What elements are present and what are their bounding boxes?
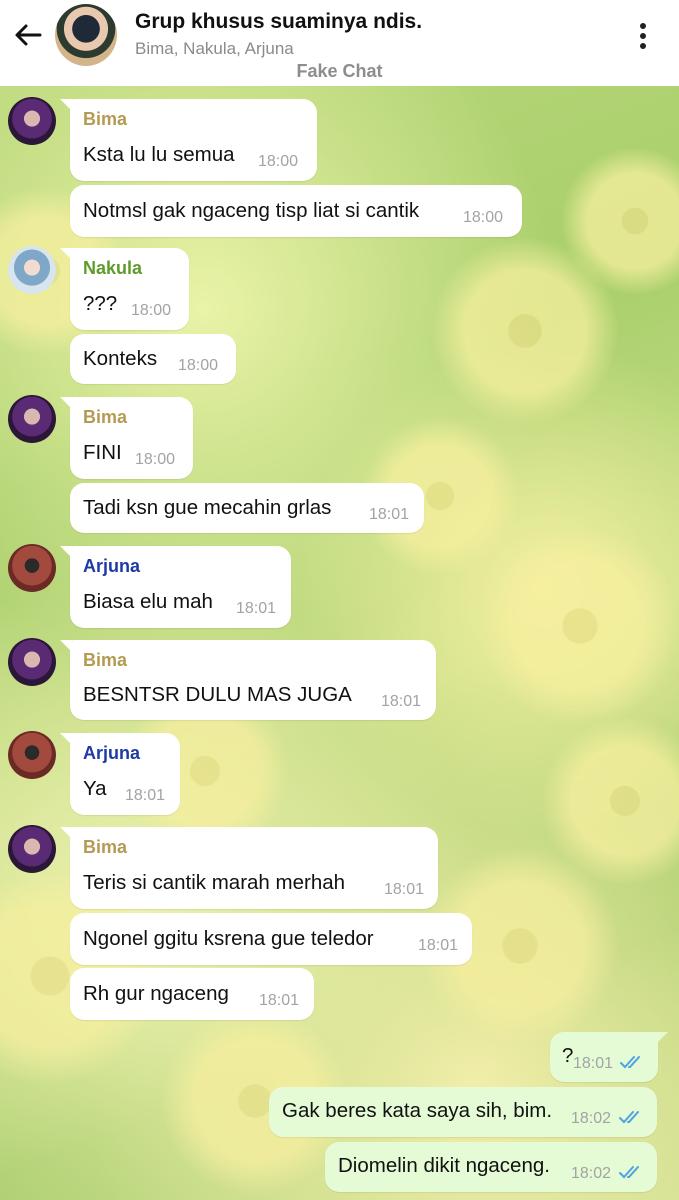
avatar-bima[interactable] <box>8 638 56 686</box>
message-time: 18:00 <box>178 357 219 374</box>
group-avatar[interactable] <box>55 4 117 66</box>
message-bubble[interactable]: Notmsl gak ngaceng tisp liat si cantik 1… <box>70 185 522 237</box>
message-time: 18:02 <box>571 1165 612 1182</box>
message-time: 18:01 <box>259 992 300 1009</box>
message-bubble[interactable]: Bima FINI 18:00 <box>60 397 193 479</box>
message-text: Gak beres kata saya sih, bim. <box>282 1099 553 1122</box>
message-time: 18:00 <box>258 153 299 170</box>
flower-decoration <box>480 526 679 726</box>
more-options-icon[interactable] <box>632 20 654 50</box>
sender-name: Bima <box>83 650 128 670</box>
avatar-arjuna[interactable] <box>8 731 56 779</box>
message-time: 18:00 <box>135 451 176 468</box>
outgoing-message-bubble[interactable]: ? 18:01 <box>550 1032 668 1082</box>
message-time: 18:01 <box>125 787 166 804</box>
message-text: Biasa elu mah <box>83 590 213 613</box>
message-bubble[interactable]: Arjuna Ya 18:01 <box>60 733 180 815</box>
group-members[interactable]: Bima, Nakula, Arjuna <box>135 39 294 59</box>
message-time: 18:01 <box>236 600 277 617</box>
sender-name: Bima <box>83 407 128 427</box>
read-double-check-icon <box>619 1166 639 1179</box>
message-bubble[interactable]: Konteks 18:00 <box>70 334 236 384</box>
group-title[interactable]: Grup khusus suaminya ndis. <box>135 10 422 34</box>
message-text: FINI <box>83 441 122 464</box>
message-text: ??? <box>83 292 118 315</box>
message-text: Ya <box>83 777 107 800</box>
sender-name: Arjuna <box>83 743 141 763</box>
avatar-bima[interactable] <box>8 395 56 443</box>
fake-chat-watermark: Fake Chat <box>296 61 383 81</box>
message-time: 18:01 <box>384 881 425 898</box>
chat-header: Grup khusus suaminya ndis. Bima, Nakula,… <box>0 0 679 86</box>
outgoing-message-bubble[interactable]: Diomelin dikit ngaceng. 18:02 <box>325 1142 657 1192</box>
message-time: 18:01 <box>418 937 459 954</box>
message-text: Teris si cantik marah merhah <box>83 871 346 894</box>
message-text: Konteks <box>83 347 158 370</box>
message-bubble[interactable]: Bima Teris si cantik marah merhah 18:01 <box>60 827 438 909</box>
sender-name: Bima <box>83 837 128 857</box>
sender-name: Arjuna <box>83 556 141 576</box>
message-text: Ksta lu lu semua <box>83 143 235 166</box>
message-bubble[interactable]: Arjuna Biasa elu mah 18:01 <box>60 546 291 628</box>
read-double-check-icon <box>620 1056 640 1069</box>
message-text: Rh gur ngaceng <box>83 982 229 1005</box>
message-text: Tadi ksn gue mecahin grlas <box>83 496 332 519</box>
back-arrow-icon[interactable] <box>10 17 46 53</box>
sender-name: Bima <box>83 109 128 129</box>
message-bubble[interactable]: Rh gur ngaceng 18:01 <box>70 968 314 1020</box>
message-text: BESNTSR DULU MAS JUGA <box>83 683 352 706</box>
message-time: 18:01 <box>381 693 422 710</box>
message-bubble[interactable]: Bima Ksta lu lu semua 18:00 <box>60 99 317 181</box>
message-bubble[interactable]: Bima BESNTSR DULU MAS JUGA 18:01 <box>60 640 436 720</box>
message-time: 18:00 <box>463 209 504 226</box>
outgoing-message-bubble[interactable]: Gak beres kata saya sih, bim. 18:02 <box>269 1087 657 1137</box>
message-bubble[interactable]: Ngonel ggitu ksrena gue teledor 18:01 <box>70 913 472 965</box>
message-time: 18:01 <box>573 1055 614 1072</box>
avatar-bima[interactable] <box>8 825 56 873</box>
message-time: 18:01 <box>369 506 410 523</box>
message-bubble[interactable]: Tadi ksn gue mecahin grlas 18:01 <box>70 483 424 533</box>
avatar-nakula[interactable] <box>8 246 56 294</box>
message-text: Diomelin dikit ngaceng. <box>338 1154 550 1177</box>
read-double-check-icon <box>619 1111 639 1124</box>
message-text: Ngonel ggitu ksrena gue teledor <box>83 927 374 950</box>
avatar-arjuna[interactable] <box>8 544 56 592</box>
message-text: Notmsl gak ngaceng tisp liat si cantik <box>83 199 420 222</box>
avatar-bima[interactable] <box>8 97 56 145</box>
sender-name: Nakula <box>83 258 143 278</box>
message-time: 18:02 <box>571 1110 612 1127</box>
message-bubble[interactable]: Nakula ??? 18:00 <box>60 248 189 330</box>
message-time: 18:00 <box>131 302 172 319</box>
message-text: ? <box>562 1044 574 1067</box>
